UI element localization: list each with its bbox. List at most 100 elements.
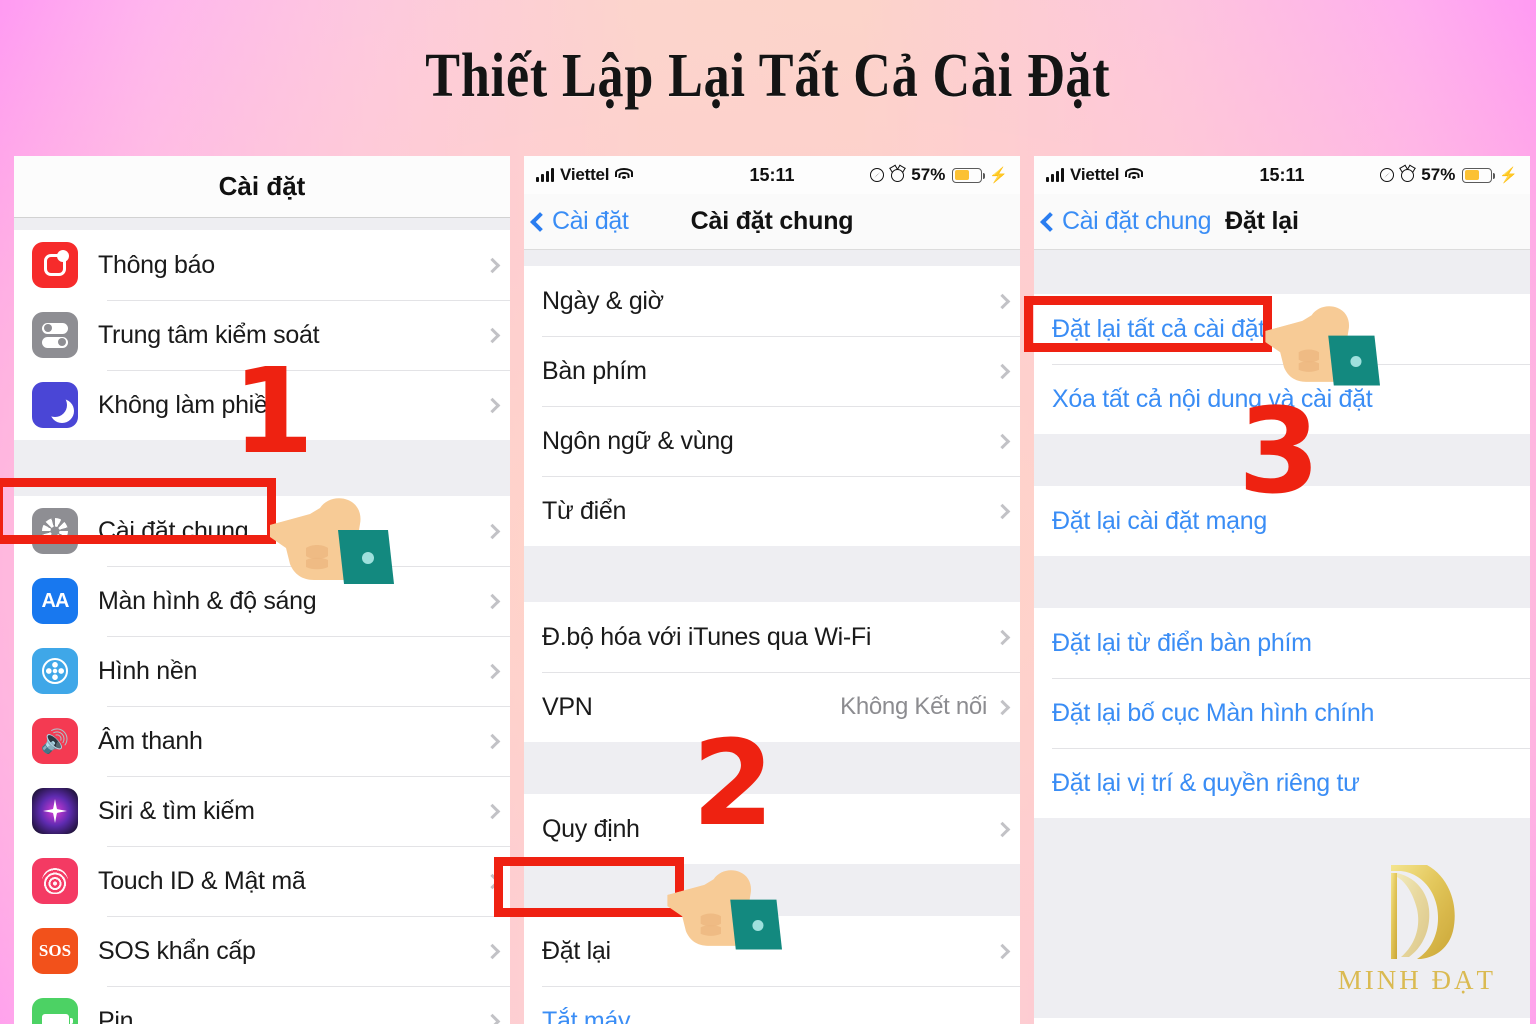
list-item-label: Đặt lại bố cục Màn hình chính xyxy=(1052,698,1375,727)
section-gap xyxy=(14,218,510,230)
list-item-label: Quy định xyxy=(542,814,640,843)
list-item[interactable]: Touch ID & Mật mã xyxy=(14,846,510,916)
chevron-right-icon xyxy=(484,593,501,609)
location-icon xyxy=(1380,168,1395,182)
navbar-settings: Cài đặt xyxy=(14,156,510,218)
list-item[interactable]: Đặt lại từ điển bàn phím xyxy=(1034,608,1530,678)
chevron-right-icon xyxy=(484,733,501,749)
nav-title: Đặt lại xyxy=(1225,207,1299,235)
list-item-label: Màn hình & độ sáng xyxy=(98,586,317,615)
chevron-right-icon xyxy=(994,503,1011,519)
list-item[interactable]: SOS SOS khẩn cấp xyxy=(14,916,510,986)
list-item-label: Tắt máy xyxy=(542,1006,631,1024)
list-item[interactable]: 🔊 Âm thanh xyxy=(14,706,510,776)
chevron-right-icon xyxy=(484,663,501,679)
chevron-right-icon xyxy=(484,803,501,819)
chevron-right-icon xyxy=(994,363,1011,379)
charging-bolt-icon: ⚡ xyxy=(1499,166,1518,184)
list-item-label: Đặt lại vị trí & quyền riêng tư xyxy=(1052,768,1360,797)
control-center-icon xyxy=(32,312,78,358)
chevron-right-icon xyxy=(484,327,501,343)
sound-icon: 🔊 xyxy=(32,718,78,764)
reset-list-group-3: Đặt lại từ điển bàn phím Đặt lại bố cục … xyxy=(1034,608,1530,818)
battery-percent-label: 57% xyxy=(911,165,946,184)
status-bar-right: 57% ⚡ xyxy=(1380,165,1518,185)
list-item-label: Đặt lại cài đặt mạng xyxy=(1052,506,1267,535)
list-item-label: Âm thanh xyxy=(98,726,203,755)
list-item[interactable]: Đ.bộ hóa với iTunes qua Wi-Fi xyxy=(524,602,1020,672)
chevron-right-icon xyxy=(484,397,501,413)
section-gap xyxy=(1034,556,1530,608)
wallpaper-icon xyxy=(32,648,78,694)
list-item-label: Ngày & giờ xyxy=(542,286,664,315)
alarm-icon xyxy=(1401,168,1415,182)
list-item-label: Đ.bộ hóa với iTunes qua Wi-Fi xyxy=(542,622,872,651)
section-gap xyxy=(1034,250,1530,294)
list-item[interactable]: Ngày & giờ xyxy=(524,266,1020,336)
do-not-disturb-icon xyxy=(32,382,78,428)
list-item-label: Siri & tìm kiếm xyxy=(98,796,255,825)
page-title: Thiết Lập Lại Tất Cả Cài Đặt xyxy=(425,41,1111,110)
list-item-label: Pin xyxy=(98,1006,134,1024)
highlight-box-reset xyxy=(494,857,684,917)
watermark-label: MINH ĐẠT xyxy=(1337,965,1496,995)
section-gap xyxy=(524,250,1020,266)
chevron-right-icon xyxy=(484,943,501,959)
list-item[interactable]: Bàn phím xyxy=(524,336,1020,406)
chevron-right-icon xyxy=(994,943,1011,959)
list-item-shutdown[interactable]: Tắt máy xyxy=(524,986,1020,1024)
status-bar: Viettel 15:11 57% ⚡ xyxy=(1034,156,1530,194)
list-item-label: Bàn phím xyxy=(542,356,647,385)
pointing-hand-icon xyxy=(270,498,394,584)
back-button-label: Cài đặt xyxy=(552,207,629,235)
pointing-hand-icon xyxy=(667,870,782,950)
pointing-hand-icon xyxy=(1265,306,1380,386)
battery-percent-label: 57% xyxy=(1421,165,1456,184)
list-item[interactable]: Từ điển xyxy=(524,476,1020,546)
chevron-right-icon xyxy=(994,433,1011,449)
chevron-right-icon xyxy=(994,293,1011,309)
back-button[interactable]: Cài đặt chung xyxy=(1034,207,1211,236)
chevron-right-icon xyxy=(484,1013,501,1024)
list-item[interactable]: Đặt lại vị trí & quyền riêng tư xyxy=(1034,748,1530,818)
battery-app-icon xyxy=(32,998,78,1024)
list-item[interactable]: Hình nền xyxy=(14,636,510,706)
touch-id-icon xyxy=(32,858,78,904)
list-item[interactable]: Đặt lại bố cục Màn hình chính xyxy=(1034,678,1530,748)
chevron-right-icon xyxy=(994,821,1011,837)
list-item-label: Hình nền xyxy=(98,656,198,685)
notifications-icon xyxy=(32,242,78,288)
highlight-box-reset-all-settings xyxy=(1024,296,1272,352)
battery-icon xyxy=(952,167,986,183)
navbar-general: Cài đặt Cài đặt chung xyxy=(524,194,1020,250)
nav-title: Cài đặt xyxy=(218,171,306,201)
alarm-icon xyxy=(891,168,905,182)
highlight-box-general-settings xyxy=(0,478,276,544)
list-item-label: VPN xyxy=(542,692,593,721)
list-item-label: SOS khẩn cấp xyxy=(98,936,256,965)
back-button-label: Cài đặt chung xyxy=(1062,207,1212,235)
list-item[interactable]: Thông báo xyxy=(14,230,510,300)
list-item[interactable]: Siri & tìm kiếm xyxy=(14,776,510,846)
display-brightness-icon: AA xyxy=(32,578,78,624)
list-item[interactable]: Pin xyxy=(14,986,510,1024)
charging-bolt-icon: ⚡ xyxy=(989,166,1008,184)
list-item-label: Xóa tất cả nội dung và cài đặt xyxy=(1052,384,1373,413)
chevron-right-icon xyxy=(484,257,501,273)
list-item-label: Ngôn ngữ & vùng xyxy=(542,426,734,455)
list-item-label: Đặt lại từ điển bàn phím xyxy=(1052,628,1312,657)
back-button[interactable]: Cài đặt xyxy=(524,207,629,236)
minh-dat-logo-icon xyxy=(1390,865,1455,959)
status-bar: Viettel 15:11 57% ⚡ xyxy=(524,156,1020,194)
chevron-left-icon xyxy=(1040,211,1060,232)
battery-icon xyxy=(1462,167,1496,183)
phone-screenshot-settings: Cài đặt Thông báo Trung tâm kiểm soát Kh… xyxy=(14,156,510,1024)
navbar-reset: Cài đặt chung Đặt lại xyxy=(1034,194,1530,250)
list-item[interactable]: Ngôn ngữ & vùng xyxy=(524,406,1020,476)
general-list-group-1: Ngày & giờ Bàn phím Ngôn ngữ & vùng Từ đ… xyxy=(524,266,1020,546)
siri-icon xyxy=(32,788,78,834)
list-item-label: Đặt lại xyxy=(542,936,611,965)
chevron-left-icon xyxy=(530,211,550,232)
chevron-right-icon xyxy=(484,523,501,539)
location-icon xyxy=(870,168,885,182)
